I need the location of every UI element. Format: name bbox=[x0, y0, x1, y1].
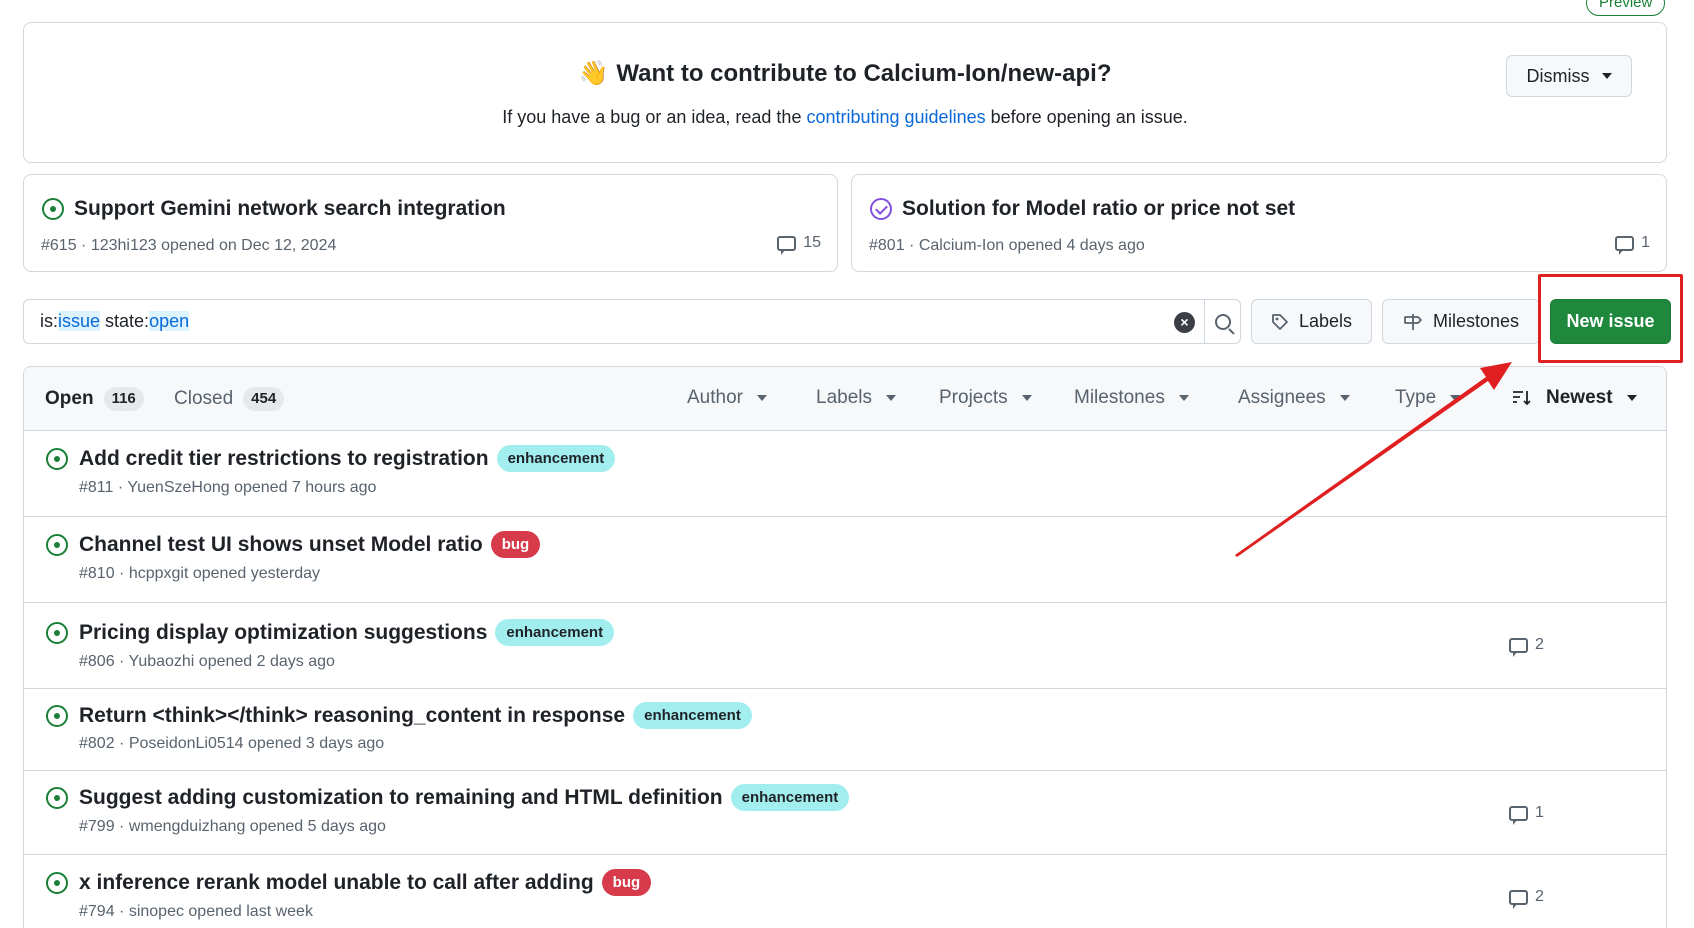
assignees-filter[interactable]: Assignees bbox=[1238, 387, 1350, 409]
preview-badge: Preview bbox=[1586, 0, 1666, 16]
issue-row[interactable]: x inference rerank model unable to call … bbox=[24, 855, 1666, 928]
issue-open-icon bbox=[46, 622, 68, 644]
issue-search-input[interactable]: is:issue state:open × bbox=[23, 299, 1241, 344]
labels-button[interactable]: Labels bbox=[1251, 299, 1372, 344]
issue-title[interactable]: Channel test UI shows unset Model ratio bbox=[79, 533, 483, 557]
pinned-issue-meta: #615 · 123hi123 opened on Dec 12, 2024 bbox=[41, 237, 337, 254]
chevron-down-icon bbox=[1178, 395, 1189, 401]
issue-label[interactable]: enhancement bbox=[633, 702, 752, 729]
sort-icon bbox=[1513, 391, 1531, 406]
issue-open-icon bbox=[46, 787, 68, 809]
issue-meta: #810 · hcppxgit opened yesterday bbox=[79, 565, 321, 582]
chevron-down-icon bbox=[1626, 395, 1637, 401]
issue-row[interactable]: Return <think></think> reasoning_content… bbox=[24, 689, 1666, 771]
dismiss-button[interactable]: Dismiss bbox=[1506, 55, 1632, 97]
issue-row[interactable]: Add credit tier restrictions to registra… bbox=[24, 431, 1666, 517]
pinned-issue-comments[interactable]: 1 bbox=[1615, 234, 1650, 255]
projects-filter[interactable]: Projects bbox=[939, 387, 1032, 409]
issue-title[interactable]: Suggest adding customization to remainin… bbox=[79, 786, 723, 810]
comment-icon bbox=[1615, 235, 1635, 255]
contribute-banner: 👋 Want to contribute to Calcium-Ion/new-a… bbox=[23, 22, 1667, 163]
pinned-issue[interactable]: Support Gemini network search integratio… bbox=[23, 174, 838, 272]
issue-open-icon bbox=[46, 705, 68, 727]
issue-label[interactable]: enhancement bbox=[495, 619, 615, 646]
issue-open-icon bbox=[46, 872, 68, 894]
banner-text: If you have a bug or an idea, read the c… bbox=[502, 107, 1188, 127]
clear-search-icon[interactable]: × bbox=[1174, 312, 1195, 333]
pinned-issue-title[interactable]: Solution for Model ratio or price not se… bbox=[902, 197, 1295, 221]
milestone-icon bbox=[1404, 313, 1422, 330]
type-filter[interactable]: Type bbox=[1395, 387, 1461, 409]
closed-count-badge: 454 bbox=[243, 387, 285, 411]
waving-hand-icon: 👋 bbox=[578, 60, 609, 87]
banner-title: 👋 Want to contribute to Calcium-Ion/new-a… bbox=[578, 60, 1112, 87]
search-button[interactable] bbox=[1205, 300, 1241, 343]
issue-title[interactable]: Return <think></think> reasoning_content… bbox=[79, 704, 625, 728]
pinned-issue-meta: #801 · Calcium-Ion opened 4 days ago bbox=[869, 237, 1145, 254]
issue-label[interactable]: bug bbox=[490, 531, 541, 558]
search-icon bbox=[1215, 313, 1231, 330]
contributing-guidelines-link[interactable]: contributing guidelines bbox=[806, 107, 985, 127]
issue-meta: #799 · wmengduizhang opened 5 days ago bbox=[79, 818, 386, 835]
author-filter[interactable]: Author bbox=[687, 387, 767, 409]
issue-row[interactable]: Suggest adding customization to remainin… bbox=[24, 771, 1666, 855]
issue-meta: #802 · PoseidonLi0514 opened 3 days ago bbox=[79, 735, 385, 752]
issue-comments[interactable]: 2 bbox=[1509, 636, 1544, 657]
issues-list-header: Open 116 Closed 454 Author Labels Projec… bbox=[24, 367, 1666, 431]
issue-meta: #806 · Yubaozhi opened 2 days ago bbox=[79, 653, 335, 670]
milestones-filter[interactable]: Milestones bbox=[1074, 387, 1189, 409]
issue-row[interactable]: Pricing display optimization suggestions… bbox=[24, 603, 1666, 689]
chevron-down-icon bbox=[756, 395, 767, 401]
chevron-down-icon bbox=[886, 395, 896, 401]
annotation-highlight-box bbox=[1538, 274, 1683, 363]
tab-closed-issues[interactable]: Closed 454 bbox=[174, 387, 285, 411]
open-count-badge: 116 bbox=[103, 387, 144, 411]
milestones-button[interactable]: Milestones bbox=[1382, 299, 1540, 344]
issue-title[interactable]: Add credit tier restrictions to registra… bbox=[79, 447, 489, 471]
issue-comments[interactable]: 1 bbox=[1509, 804, 1544, 825]
chevron-down-icon bbox=[1021, 395, 1032, 401]
sort-dropdown[interactable]: Newest bbox=[1512, 387, 1637, 409]
issue-row[interactable]: Channel test UI shows unset Model ratio … bbox=[24, 517, 1666, 603]
chevron-down-icon bbox=[1601, 73, 1612, 79]
issue-open-icon bbox=[46, 448, 68, 470]
issue-meta: #794 · sinopec opened last week bbox=[79, 903, 313, 920]
issue-title[interactable]: x inference rerank model unable to call … bbox=[79, 871, 594, 895]
search-query[interactable]: is:issue state:open bbox=[40, 311, 190, 332]
issue-label[interactable]: enhancement bbox=[496, 445, 616, 472]
comment-icon bbox=[777, 235, 797, 255]
issue-label[interactable]: bug bbox=[601, 869, 652, 896]
comment-icon bbox=[1509, 805, 1528, 825]
issue-comments[interactable]: 2 bbox=[1509, 888, 1544, 909]
chevron-down-icon bbox=[1450, 395, 1461, 401]
issue-open-icon bbox=[46, 534, 68, 556]
issue-label[interactable]: enhancement bbox=[730, 784, 850, 811]
tag-icon bbox=[1272, 313, 1288, 330]
issues-list: Open 116 Closed 454 Author Labels Projec… bbox=[23, 366, 1667, 928]
labels-filter[interactable]: Labels bbox=[816, 387, 896, 409]
pinned-issue[interactable]: Solution for Model ratio or price not se… bbox=[851, 174, 1667, 272]
issue-meta: #811 · YuenSzeHong opened 7 hours ago bbox=[79, 479, 377, 496]
comment-icon bbox=[1509, 637, 1528, 657]
pinned-issue-comments[interactable]: 15 bbox=[777, 234, 821, 255]
tab-open-issues[interactable]: Open 116 bbox=[45, 387, 144, 411]
issue-open-icon bbox=[42, 198, 64, 220]
pinned-issue-title[interactable]: Support Gemini network search integratio… bbox=[74, 197, 506, 221]
chevron-down-icon bbox=[1339, 395, 1350, 401]
issue-closed-icon bbox=[870, 198, 892, 220]
issue-title[interactable]: Pricing display optimization suggestions bbox=[79, 621, 487, 645]
comment-icon bbox=[1509, 889, 1528, 909]
